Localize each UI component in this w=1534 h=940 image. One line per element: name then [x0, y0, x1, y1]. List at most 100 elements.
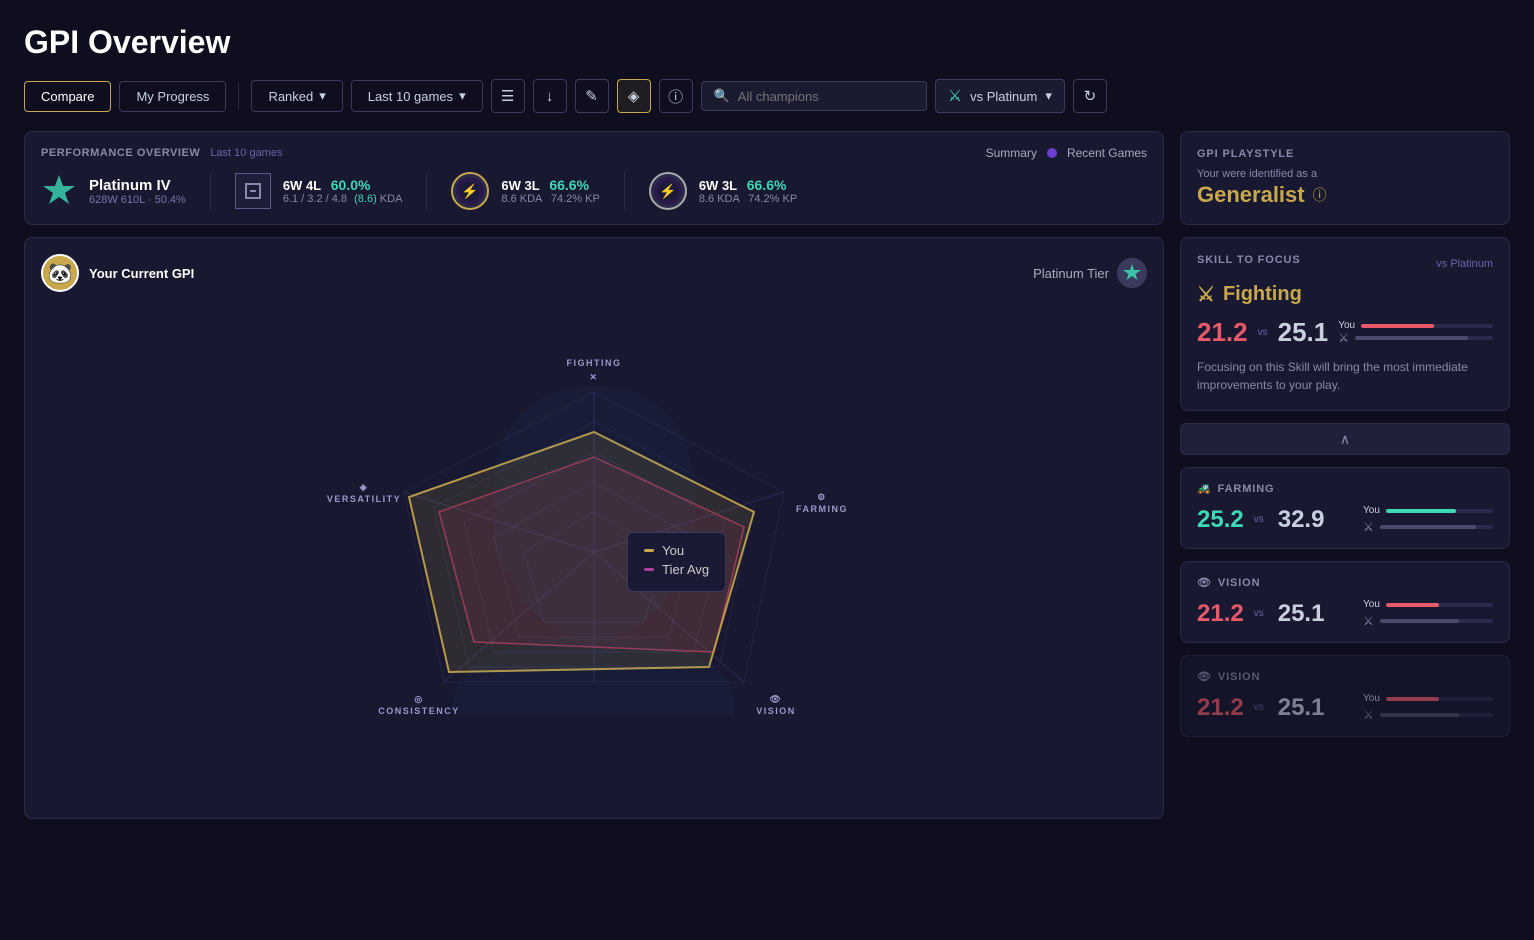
last10-dropdown[interactable]: Last 10 games ▾: [351, 80, 483, 112]
compare-button[interactable]: Compare: [24, 81, 111, 112]
champ1-avatar: ⚡: [451, 172, 489, 210]
skill-focus-vs: vs Platinum: [1436, 258, 1493, 270]
farming-tier: 32.9: [1278, 506, 1325, 534]
skill-bar-tier-row: ⚔: [1338, 331, 1493, 345]
perf-stats: Platinum IV 628W 610L · 50.4% 6W: [41, 172, 1147, 210]
champ2-wr: 66.6%: [747, 177, 787, 193]
tooltip-you-label: You: [662, 543, 684, 558]
farming-bar-tier: ⚔: [1363, 520, 1493, 534]
refresh-button[interactable]: ↻: [1073, 79, 1107, 113]
toolbar: Compare My Progress Ranked ▾ Last 10 gam…: [24, 79, 1510, 113]
chevron-down-icon: ▾: [1045, 88, 1052, 104]
farming-title: 🚜 FARMING: [1197, 482, 1493, 495]
perf-title: PERFORMANCE OVERVIEW: [41, 147, 200, 159]
vision-you-2: 21.2: [1197, 694, 1244, 722]
summary-toggle: Summary Recent Games: [986, 146, 1147, 160]
svg-text:FIGHTING: FIGHTING: [567, 358, 622, 368]
skill-bar-tier-track: [1355, 336, 1493, 340]
vision-tier-2: 25.1: [1278, 694, 1325, 722]
gpi-header: 🐼 Your Current GPI Platinum Tier: [41, 254, 1147, 292]
vision-card-2: 👁 VISION 21.2 vs 25.1 You: [1180, 655, 1510, 737]
vision-bar-you-1: You: [1363, 599, 1493, 610]
farming-bar-you: You: [1363, 505, 1493, 516]
skill-you-score: 21.2: [1197, 317, 1248, 348]
skill-bar-you-row: You: [1338, 320, 1493, 331]
chevron-up-icon: ∧: [1340, 431, 1350, 448]
gpi-label: Your Current GPI: [89, 266, 194, 281]
vs-platinum-dropdown[interactable]: ⚔ vs Platinum ▾: [935, 79, 1065, 113]
vs-icon: ⚔: [948, 86, 962, 106]
vision-bar-tier-1: ⚔: [1363, 614, 1493, 628]
svg-text:⚡: ⚡: [659, 183, 676, 200]
gpi-user: 🐼 Your Current GPI: [41, 254, 194, 292]
queue-wr: 60.0%: [331, 177, 371, 193]
skill-tier-score: 25.1: [1278, 317, 1329, 348]
svg-text:◈: ◈: [359, 482, 368, 492]
page-title: GPI Overview: [24, 24, 1510, 61]
rank-icon: [41, 173, 77, 209]
champ1-wr: 66.6%: [549, 177, 589, 193]
tooltip-tier-row: Tier Avg: [644, 562, 709, 577]
svg-text:✕: ✕: [589, 372, 598, 382]
vision-scores-1: 21.2 vs 25.1: [1197, 600, 1324, 628]
performance-card: PERFORMANCE OVERVIEW Last 10 games Summa…: [24, 131, 1164, 225]
rank-block: Platinum IV 628W 610L · 50.4%: [41, 173, 211, 209]
icon-button-radar[interactable]: ◈: [617, 79, 651, 113]
skill-bar-you-track: [1361, 324, 1493, 328]
user-avatar: 🐼: [41, 254, 79, 292]
vision-icon-1: 👁: [1197, 576, 1212, 589]
tooltip-you-row: You: [644, 543, 709, 558]
skill-focus-header: SKILL TO FOCUS vs Platinum: [1197, 254, 1493, 274]
icon-button-1[interactable]: ☰: [491, 79, 525, 113]
radar-tooltip: You Tier Avg: [627, 532, 726, 592]
champ2-block: ⚡ 6W 3L 66.6% 8.6: [649, 172, 821, 210]
playstyle-info-icon[interactable]: ⓘ: [1313, 185, 1327, 205]
tier-icon-3: ⚔: [1363, 708, 1374, 722]
playstyle-title: GPI PLAYSTYLE: [1197, 148, 1493, 160]
perf-subtitle: Last 10 games: [210, 147, 282, 159]
icon-button-2[interactable]: ↓: [533, 79, 567, 113]
tier-icon-2: ⚔: [1363, 614, 1374, 628]
icon-button-edit[interactable]: ✎: [575, 79, 609, 113]
queue-icon: [235, 173, 271, 209]
queue-losses: 4L: [306, 178, 321, 193]
summary-label: Summary: [986, 146, 1037, 160]
vision-card-1: 👁 VISION 21.2 vs 25.1 You: [1180, 561, 1510, 643]
champ1-block: ⚡ 6W 3L 66.6% 8.6: [451, 172, 624, 210]
search-input[interactable]: [738, 89, 914, 104]
svg-text:⚡: ⚡: [462, 183, 479, 200]
rank-name: Platinum IV: [89, 177, 186, 194]
svg-text:FARMING: FARMING: [796, 504, 848, 514]
search-bar[interactable]: 🔍: [701, 81, 927, 111]
champ1-info: 6W 3L 66.6% 8.6 KDA 74.2% KP: [501, 177, 599, 205]
vision-icon-2: 👁: [1197, 670, 1212, 683]
skill-scores: 21.2 vs 25.1 You ⚔: [1197, 317, 1493, 348]
skill-vs-text: vs: [1258, 327, 1268, 338]
gpi-section: 🐼 Your Current GPI Platinum Tier: [24, 237, 1164, 819]
chevron-down-icon: ▾: [459, 88, 466, 104]
ranked-dropdown[interactable]: Ranked ▾: [251, 80, 342, 112]
svg-text:◎: ◎: [414, 694, 423, 704]
champ2-avatar: ⚡: [649, 172, 687, 210]
playstyle-card: GPI PLAYSTYLE Your were identified as a …: [1180, 131, 1510, 225]
champ2-info: 6W 3L 66.6% 8.6 KDA 74.2% KP: [699, 177, 797, 205]
skill-bar-you-fill: [1361, 324, 1434, 328]
skill-icon: ⚔: [1197, 282, 1215, 307]
queue-wins: 6W: [283, 178, 303, 193]
my-progress-button[interactable]: My Progress: [119, 81, 226, 112]
farming-icon: 🚜: [1197, 482, 1212, 495]
icon-button-info[interactable]: ⓘ: [659, 79, 693, 113]
skill-focus-title: SKILL TO FOCUS: [1197, 254, 1301, 266]
toggle-dot: [1047, 148, 1057, 158]
skill-bar-tier-fill: [1355, 336, 1468, 340]
tooltip-tier-dot: [644, 568, 654, 571]
svg-text:👁: 👁: [770, 694, 783, 704]
perf-header: PERFORMANCE OVERVIEW Last 10 games Summa…: [41, 146, 1147, 160]
collapse-button[interactable]: ∧: [1180, 423, 1510, 455]
tooltip-tier-label: Tier Avg: [662, 562, 709, 577]
queue-wl-info: 6W 4L 60.0% 6.1 / 3.2 / 4.8 (8.6) KDA: [283, 177, 403, 205]
champ1-kda: 8.6 KDA 74.2% KP: [501, 193, 599, 205]
tooltip-you-dot: [644, 549, 654, 552]
vision-bar-you-2: You: [1363, 693, 1493, 704]
vision-scores-2: 21.2 vs 25.1: [1197, 694, 1324, 722]
